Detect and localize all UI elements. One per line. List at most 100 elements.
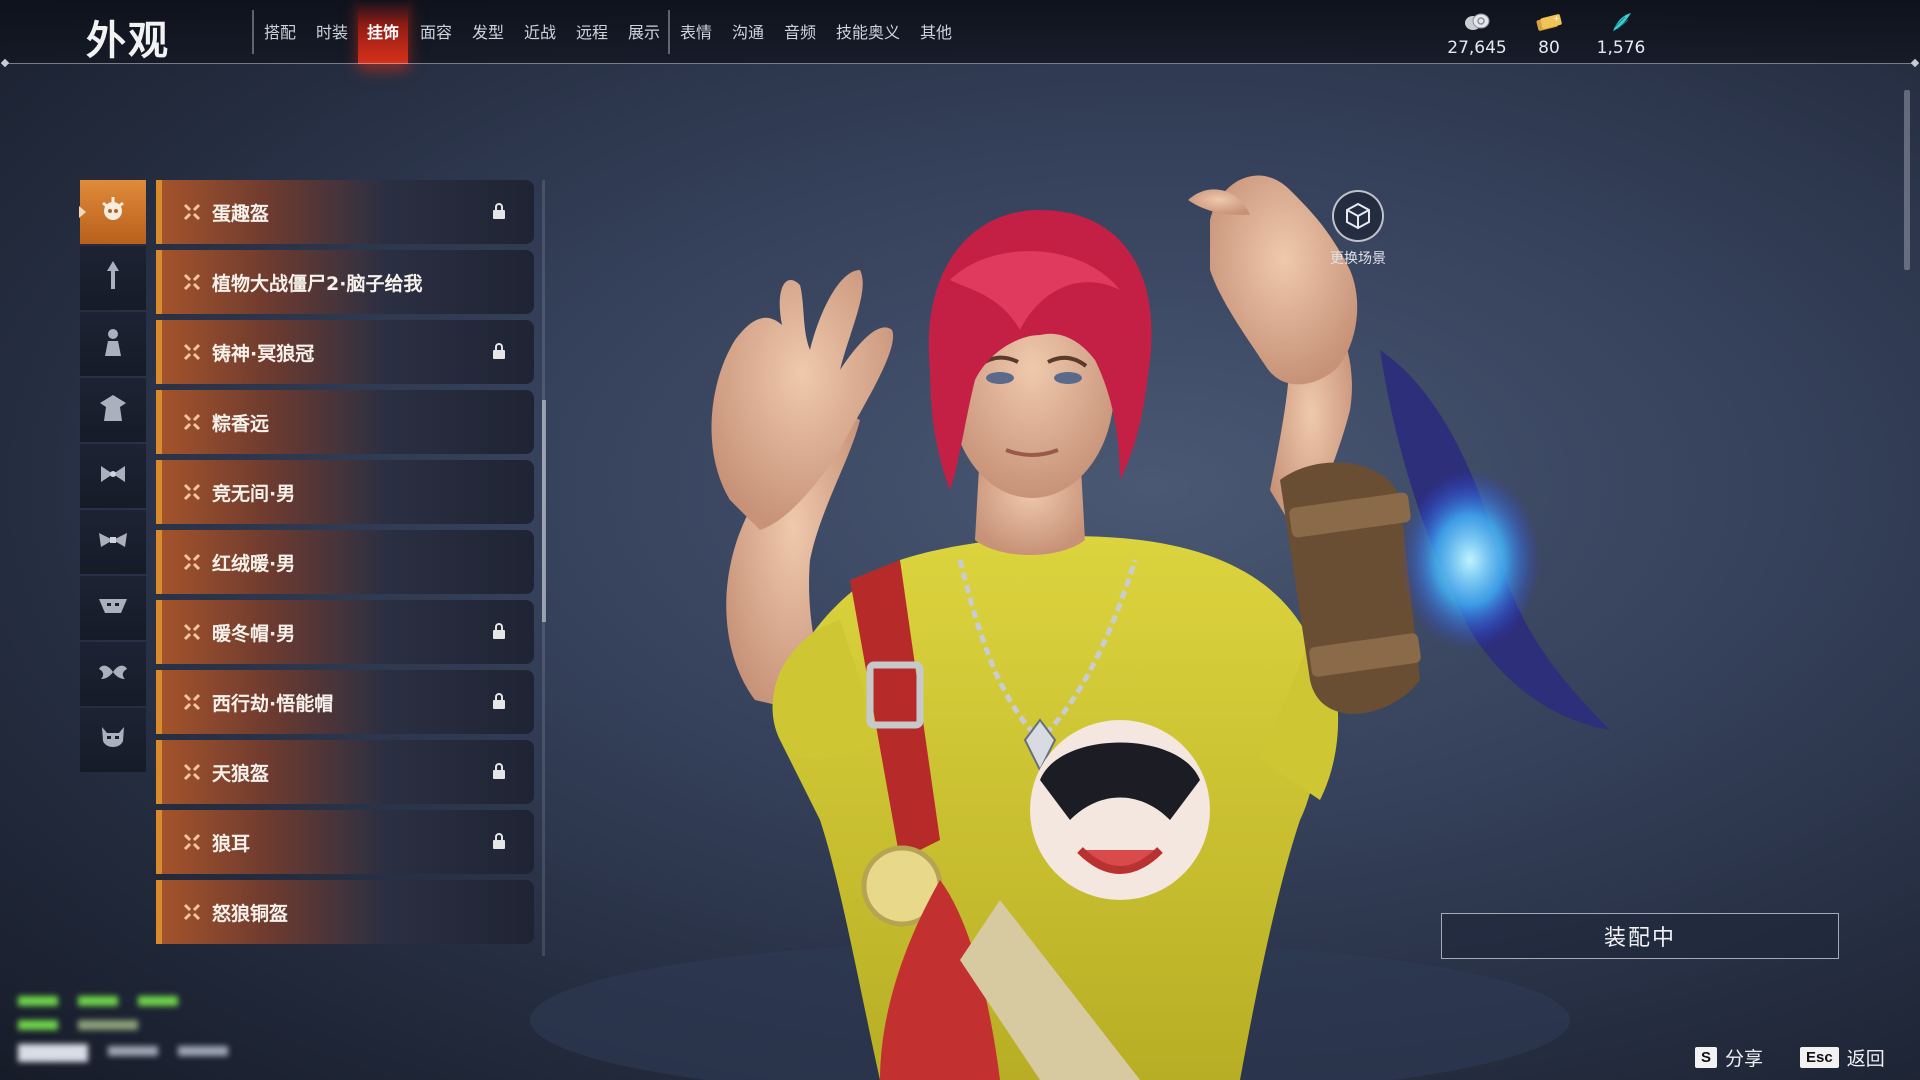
cube-icon <box>1332 190 1384 242</box>
bullet-icon <box>182 902 202 922</box>
equipped-button[interactable]: 装配中 <box>1441 913 1839 959</box>
lock-icon <box>492 342 506 364</box>
cape-icon <box>96 393 130 427</box>
coin-icon <box>1437 10 1517 34</box>
top-bar: 外观 搭配 时装 挂饰 面容 发型 近战 远程 展示 表情 沟通 音频 技能奥义… <box>0 0 1920 64</box>
bullet-icon <box>182 692 202 712</box>
tab-emote[interactable]: 表情 <box>676 0 716 64</box>
list-item[interactable]: 红绒暖·男 <box>156 530 534 594</box>
category-head-accessory[interactable] <box>79 180 146 244</box>
wing-bow-icon <box>97 661 129 687</box>
ticket-count: 80 <box>1538 38 1560 58</box>
list-scrollbar-thumb[interactable] <box>542 400 546 622</box>
item-name: 西行劫·悟能帽 <box>212 692 334 715</box>
item-name: 暖冬帽·男 <box>212 622 296 645</box>
item-name: 怒狼铜盔 <box>212 902 289 925</box>
category-column <box>79 180 146 774</box>
esc-key: Esc <box>1800 1047 1839 1068</box>
change-scene-button[interactable]: 更换场景 <box>1318 190 1398 268</box>
back-label: 返回 <box>1846 1048 1885 1070</box>
tab-accessory[interactable]: 挂饰 <box>358 0 408 64</box>
list-item[interactable]: 竞无间·男 <box>156 460 534 524</box>
mask-icon <box>97 595 129 621</box>
accessory-list: 蛋趣盔 植物大战僵尸2·脑子给我 铸神·冥狼冠 粽香远 竞无间·男 红绒暖·男 … <box>156 180 536 956</box>
tab-hairstyle[interactable]: 发型 <box>468 0 508 64</box>
category-wide-bow[interactable] <box>80 510 146 574</box>
category-cape[interactable] <box>80 378 146 442</box>
back-hint[interactable]: Esc 返回 <box>1800 1044 1885 1071</box>
feather-token-icon <box>1581 10 1661 34</box>
currency-tickets: + 80 <box>1509 10 1589 58</box>
item-name: 铸神·冥狼冠 <box>212 342 315 365</box>
list-item[interactable]: 西行劫·悟能帽 <box>156 670 534 734</box>
bullet-icon <box>182 412 202 432</box>
share-hint[interactable]: S 分享 <box>1695 1044 1763 1071</box>
bullet-icon <box>182 832 202 852</box>
gold-ticket-icon: + <box>1509 10 1589 34</box>
right-scrollbar[interactable] <box>1904 90 1910 270</box>
currency-coins: 27,645 <box>1437 10 1517 58</box>
svg-text:+: + <box>1553 14 1560 23</box>
list-item[interactable]: 蛋趣盔 <box>156 180 534 244</box>
category-wing-bow[interactable] <box>80 642 146 706</box>
lock-icon <box>492 762 506 784</box>
tab-ranged[interactable]: 远程 <box>572 0 612 64</box>
list-item[interactable]: 天狼盔 <box>156 740 534 804</box>
tab-fashion[interactable]: 时装 <box>312 0 352 64</box>
figure-ornament-icon <box>100 326 126 362</box>
item-name: 蛋趣盔 <box>212 202 270 225</box>
bullet-icon <box>182 762 202 782</box>
share-label: 分享 <box>1725 1048 1764 1070</box>
tab-divider <box>668 10 670 54</box>
item-name: 狼耳 <box>212 832 251 855</box>
category-demon-mask[interactable] <box>80 708 146 772</box>
change-scene-label: 更换场景 <box>1330 251 1386 267</box>
wide-bow-icon <box>97 529 129 555</box>
tab-melee[interactable]: 近战 <box>520 0 560 64</box>
feather-count: 1,576 <box>1596 38 1646 58</box>
category-hairpin[interactable] <box>80 246 146 310</box>
demon-mask-icon <box>98 723 128 757</box>
share-key: S <box>1695 1047 1718 1068</box>
coin-count: 27,645 <box>1447 38 1507 58</box>
lock-icon <box>492 202 506 224</box>
lock-icon <box>492 622 506 644</box>
list-item[interactable]: 怒狼铜盔 <box>156 880 534 944</box>
tab-audio[interactable]: 音频 <box>780 0 820 64</box>
list-item[interactable]: 植物大战僵尸2·脑子给我 <box>156 250 534 314</box>
item-name: 红绒暖·男 <box>212 552 296 575</box>
list-item[interactable]: 狼耳 <box>156 810 534 874</box>
item-name: 粽香远 <box>212 412 270 435</box>
currency-feathers: 1,576 <box>1581 10 1661 58</box>
page-title: 外观 <box>86 18 170 64</box>
tab-outfit-set[interactable]: 搭配 <box>260 0 300 64</box>
bullet-icon <box>182 202 202 222</box>
tab-communication[interactable]: 沟通 <box>728 0 768 64</box>
tab-other[interactable]: 其他 <box>916 0 956 64</box>
category-mask[interactable] <box>80 576 146 640</box>
bow-icon <box>98 463 128 489</box>
category-figure-ornament[interactable] <box>80 312 146 376</box>
bullet-icon <box>182 272 202 292</box>
item-name: 植物大战僵尸2·脑子给我 <box>212 272 423 295</box>
bullet-icon <box>182 482 202 502</box>
tab-face[interactable]: 面容 <box>416 0 456 64</box>
lock-icon <box>492 832 506 854</box>
list-item[interactable]: 暖冬帽·男 <box>156 600 534 664</box>
header-divider-line <box>6 63 1914 64</box>
tab-display[interactable]: 展示 <box>624 0 664 64</box>
head-accessory-icon <box>99 195 127 229</box>
bullet-icon <box>182 342 202 362</box>
list-item[interactable]: 铸神·冥狼冠 <box>156 320 534 384</box>
tab-skill-ultimate[interactable]: 技能奥义 <box>834 0 902 64</box>
blurred-status-bars <box>18 996 228 1062</box>
item-name: 竞无间·男 <box>212 482 296 505</box>
list-item[interactable]: 粽香远 <box>156 390 534 454</box>
lock-icon <box>492 692 506 714</box>
hairpin-icon <box>101 259 125 297</box>
bullet-icon <box>182 552 202 572</box>
item-name: 天狼盔 <box>212 762 270 785</box>
title-divider <box>252 10 254 54</box>
bullet-icon <box>182 622 202 642</box>
category-bow[interactable] <box>80 444 146 508</box>
